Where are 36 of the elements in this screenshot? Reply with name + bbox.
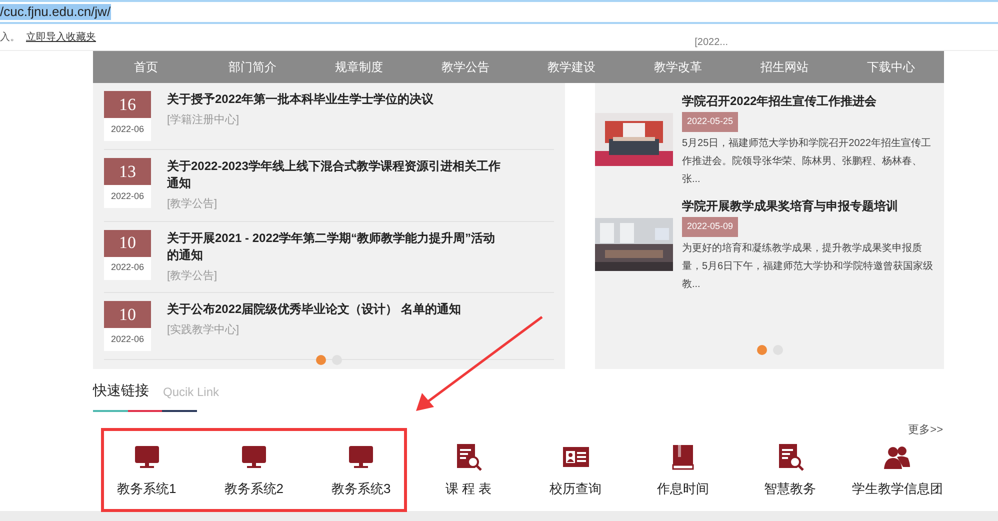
quick-link[interactable]: 智慧教务: [736, 442, 844, 498]
news-summary: 为更好的培育和凝练教学成果，提升教学成果奖申报质量，5月6日下午，福建师范大学协和学院特邀曾获国家级教...: [682, 242, 934, 292]
quick-link[interactable]: 课 程 表: [414, 442, 522, 498]
document-search-icon: [454, 442, 482, 470]
date-day: 10: [104, 301, 151, 328]
date-day: 16: [104, 91, 151, 118]
url-text: /cuc.fjnu.edu.cn/jw/: [0, 4, 111, 20]
import-favorites-link[interactable]: 立即导入收藏夹: [26, 30, 96, 44]
quick-link[interactable]: 教务系统3: [308, 442, 415, 498]
info-text: 入。: [0, 30, 20, 44]
date-month: 2022-06: [110, 122, 146, 136]
quick-link[interactable]: 学生教学信息团: [844, 442, 951, 498]
news-title[interactable]: 学院开展教学成果奖培育与申报专题培训: [682, 198, 940, 214]
news-date: 2022-05-09: [682, 217, 738, 236]
news-overflow-text: [2022...: [694, 36, 728, 50]
news-date: 2022-05-25: [682, 112, 738, 132]
quick-link[interactable]: 教务系统1: [93, 442, 200, 498]
quick-link[interactable]: 校历查询: [522, 442, 630, 498]
notice-title[interactable]: 关于2022-2023学年线上线下混合式教学课程资源引进相关工作通知: [167, 158, 507, 192]
date-day: 10: [104, 230, 151, 256]
address-bar[interactable]: /cuc.fjnu.edu.cn/jw/: [0, 0, 998, 24]
news-summary: 5月25日，福建师范大学协和学院召开2022年招生宣传工作推进会。院领导张华荣、陈林男、张鹏程、杨林春、张...: [682, 136, 932, 186]
date-month: 2022-06: [110, 190, 146, 203]
quick-links-title: 快速链接: [93, 381, 149, 400]
date-month: 2022-06: [110, 332, 146, 346]
quick-link[interactable]: 教务系统2: [200, 442, 308, 498]
quick-link[interactable]: 作息时间: [629, 442, 736, 498]
date-month: 2022-06: [110, 261, 146, 274]
notice-title[interactable]: 关于公布2022届院级优秀毕业论文（设计） 名单的通知: [167, 301, 507, 318]
notice-title[interactable]: 关于授予2022年第一批本科毕业生学士学位的决议: [167, 91, 507, 108]
quick-links-subtitle: Qucik Link: [163, 384, 220, 401]
more-link[interactable]: 更多>>: [908, 422, 943, 438]
document-search-icon: [776, 442, 804, 470]
notice-title[interactable]: 关于开展2021 - 2022学年第二学期“教师教学能力提升周”活动的通知: [167, 230, 507, 264]
news-title[interactable]: 学院召开2022年招生宣传工作推进会: [682, 93, 940, 109]
date-day: 13: [104, 158, 151, 185]
